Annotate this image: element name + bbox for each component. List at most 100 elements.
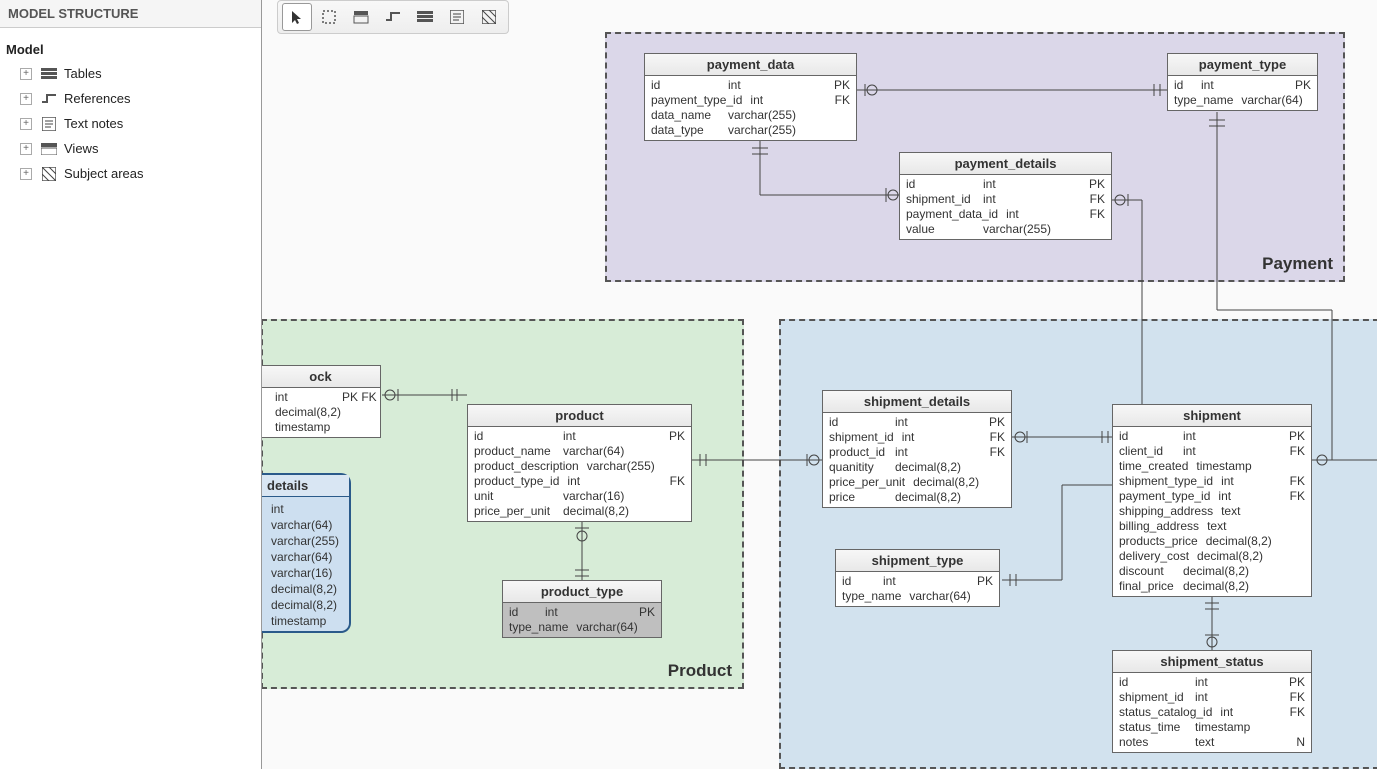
table-row[interactable]: type_namevarchar(64) (1170, 93, 1315, 108)
col-type: int (1217, 474, 1280, 489)
table-row[interactable]: decimal(8,2) (263, 405, 378, 420)
table-row[interactable]: unitvarchar(16) (470, 489, 689, 504)
table-row[interactable]: idintPK (1115, 675, 1309, 690)
table-row[interactable]: shipment_idintFK (902, 192, 1109, 207)
table-row[interactable]: shipment_idintFK (825, 430, 1009, 445)
table-row[interactable]: idintPK (647, 78, 854, 93)
table-row[interactable]: product_descriptionvarchar(255) (470, 459, 689, 474)
table-row[interactable]: valuevarchar(255) (902, 222, 1109, 237)
table-stock[interactable]: ock intPK FKdecimal(8,2)timestamp (262, 365, 381, 438)
table-row[interactable]: payment_data_idintFK (902, 207, 1109, 222)
tool-new-subject-area[interactable] (474, 3, 504, 31)
table-row[interactable]: varchar(255) (271, 533, 339, 549)
col-name: unit (470, 489, 559, 504)
tree-item-subject-areas[interactable]: + Subject areas (6, 161, 255, 186)
table-row[interactable]: idintPK (902, 177, 1109, 192)
table-row[interactable]: final_pricedecimal(8,2) (1115, 579, 1309, 594)
table-row[interactable]: timestamp (271, 613, 339, 629)
tool-new-reference[interactable] (378, 3, 408, 31)
table-row[interactable]: idintPK (825, 415, 1009, 430)
table-row[interactable]: products_pricedecimal(8,2) (1115, 534, 1309, 549)
table-row[interactable]: idintPK (838, 574, 997, 589)
tree-item-references[interactable]: + References (6, 86, 255, 111)
table-row[interactable]: varchar(64) (271, 517, 339, 533)
table-row[interactable]: timestamp (263, 420, 378, 435)
table-row[interactable]: shipment_type_idintFK (1115, 474, 1309, 489)
col-type: int (1191, 675, 1269, 690)
col-type: decimal(8,2) (1179, 564, 1269, 579)
card-details[interactable]: details intvarchar(64)varchar(255)varcha… (262, 473, 351, 633)
table-shipment[interactable]: shipment idintPKclient_idintFKtime_creat… (1112, 404, 1312, 597)
table-row[interactable]: payment_type_idintFK (1115, 489, 1309, 504)
table-row[interactable]: decimal(8,2) (271, 597, 339, 613)
table-row[interactable]: payment_type_idintFK (647, 93, 854, 108)
table-product[interactable]: product idintPKproduct_namevarchar(64)pr… (467, 404, 692, 522)
table-payment-details[interactable]: payment_details idintPKshipment_idintFKp… (899, 152, 1112, 240)
tool-new-view[interactable] (410, 3, 440, 31)
tree-item-tables[interactable]: + Tables (6, 61, 255, 86)
table-row[interactable]: price_per_unitdecimal(8,2) (470, 504, 689, 519)
table-row[interactable]: client_idintFK (1115, 444, 1309, 459)
col-name: data_type (647, 123, 724, 138)
tool-select-area[interactable] (314, 3, 344, 31)
tool-new-table[interactable] (346, 3, 376, 31)
table-row[interactable]: product_namevarchar(64) (470, 444, 689, 459)
table-row[interactable]: idintPK (470, 429, 689, 444)
tree-item-views[interactable]: + Views (6, 136, 255, 161)
col-name: value (902, 222, 979, 237)
col-key: PK (814, 78, 854, 93)
expand-icon[interactable]: + (20, 168, 32, 180)
table-row[interactable]: time_createdtimestamp (1115, 459, 1309, 474)
col-key (975, 589, 997, 604)
table-shipment-details[interactable]: shipment_details idintPKshipment_idintFK… (822, 390, 1012, 508)
table-row[interactable]: type_namevarchar(64) (838, 589, 997, 604)
col-type: text (1217, 504, 1280, 519)
table-row[interactable]: pricedecimal(8,2) (825, 490, 1009, 505)
expand-icon[interactable]: + (20, 93, 32, 105)
col-name: type_name (838, 589, 905, 604)
table-row[interactable]: type_namevarchar(64) (505, 620, 659, 635)
table-row[interactable]: data_typevarchar(255) (647, 123, 854, 138)
col-name: type_name (505, 620, 572, 635)
table-row[interactable]: delivery_costdecimal(8,2) (1115, 549, 1309, 564)
table-row[interactable]: billing_addresstext (1115, 519, 1309, 534)
table-row[interactable]: varchar(16) (271, 565, 339, 581)
col-name: shipment_type_id (1115, 474, 1217, 489)
table-row[interactable]: status_timetimestamp (1115, 720, 1309, 735)
table-shipment-status[interactable]: shipment_status idintPKshipment_idintFKs… (1112, 650, 1312, 753)
table-shipment-type[interactable]: shipment_type idintPKtype_namevarchar(64… (835, 549, 1000, 607)
table-row[interactable]: idintPK (1170, 78, 1315, 93)
tree-item-text-notes[interactable]: + Text notes (6, 111, 255, 136)
table-row[interactable]: shipping_addresstext (1115, 504, 1309, 519)
table-row[interactable]: discountdecimal(8,2) (1115, 564, 1309, 579)
table-row[interactable]: intPK FK (263, 390, 378, 405)
expand-icon[interactable]: + (20, 118, 32, 130)
table-product-type[interactable]: product_type idintPKtype_namevarchar(64) (502, 580, 662, 638)
table-row[interactable]: quanititydecimal(8,2) (825, 460, 1009, 475)
table-payment-type[interactable]: payment_type idintPKtype_namevarchar(64) (1167, 53, 1318, 111)
col-key: FK (971, 430, 1009, 445)
table-row[interactable]: varchar(64) (271, 549, 339, 565)
table-row[interactable]: idintPK (1115, 429, 1309, 444)
table-row[interactable]: idintPK (505, 605, 659, 620)
table-row[interactable]: product_type_idintFK (470, 474, 689, 489)
tree-root[interactable]: Model (6, 38, 255, 61)
table-row[interactable]: shipment_idintFK (1115, 690, 1309, 705)
table-row[interactable]: data_namevarchar(255) (647, 108, 854, 123)
table-row[interactable]: status_catalog_idintFK (1115, 705, 1309, 720)
col-name: id (1115, 429, 1179, 444)
diagram-canvas[interactable]: Payment Product details intvarchar(64)va… (262, 0, 1377, 769)
table-row[interactable]: notestextN (1115, 735, 1309, 750)
col-type: decimal(8,2) (891, 490, 969, 505)
expand-icon[interactable]: + (20, 68, 32, 80)
tool-new-note[interactable] (442, 3, 472, 31)
col-name: product_id (825, 445, 891, 460)
table-row[interactable]: price_per_unitdecimal(8,2) (825, 475, 1009, 490)
table-row[interactable]: product_idintFK (825, 445, 1009, 460)
col-key: PK (1275, 78, 1315, 93)
tool-pointer[interactable] (282, 3, 312, 31)
table-payment-data[interactable]: payment_data idintPKpayment_type_idintFK… (644, 53, 857, 141)
table-row[interactable]: decimal(8,2) (271, 581, 339, 597)
table-row[interactable]: int (271, 501, 339, 517)
expand-icon[interactable]: + (20, 143, 32, 155)
